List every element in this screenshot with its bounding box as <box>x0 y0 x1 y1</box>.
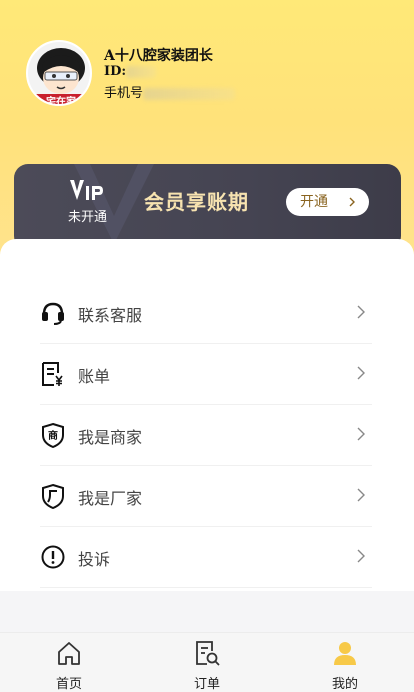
redacted-phone <box>143 87 236 100</box>
vip-status: 未开通 <box>68 210 108 225</box>
tab-label: 我的 <box>331 677 358 692</box>
vip-logo-icon <box>70 180 103 200</box>
user-icon <box>334 642 356 665</box>
profile-phone: 手机号 <box>104 82 236 101</box>
menu-item-factory[interactable]: 我是厂家 <box>40 466 372 527</box>
home-icon <box>58 642 80 665</box>
profile-name: A十八腔家装团长 <box>104 48 213 64</box>
profile-phone-label: 手机号 <box>104 86 144 101</box>
chevron-right-icon <box>357 427 365 441</box>
profile-id: ID: <box>104 64 157 79</box>
profile-id-label: ID: <box>104 64 127 79</box>
menu-label: 我是厂家 <box>78 489 143 508</box>
chevron-right-icon <box>357 305 365 319</box>
redacted-id <box>126 65 157 78</box>
chevron-right-icon <box>357 366 365 380</box>
vip-title: 会员享账期 <box>144 190 249 214</box>
vip-activate-button[interactable]: 开通 <box>286 188 369 216</box>
alert-circle-icon <box>41 545 65 569</box>
svg-text:商: 商 <box>48 429 58 442</box>
headset-icon <box>42 302 64 325</box>
tab-label: 订单 <box>193 677 220 692</box>
menu-label: 投诉 <box>78 550 111 569</box>
chevron-right-icon <box>349 197 355 207</box>
menu-label: 我是商家 <box>78 428 143 447</box>
menu-item-complaint[interactable]: 投诉 <box>40 527 372 588</box>
chevron-right-icon <box>357 549 365 563</box>
menu-label: 联系客服 <box>78 306 143 325</box>
menu-list: 联系客服 账单 商 我是商家 我是厂家 投诉 <box>40 283 372 588</box>
menu-item-bill[interactable]: 账单 <box>40 344 372 405</box>
bottom-tab-bar: 首页 订单 我的 <box>0 632 414 692</box>
menu-label: 账单 <box>78 367 111 386</box>
tab-label: 首页 <box>55 677 82 692</box>
chevron-right-icon <box>357 488 365 502</box>
tab-mine[interactable]: 我的 <box>305 633 385 692</box>
order-search-icon <box>196 641 220 666</box>
vip-activate-label: 开通 <box>300 194 328 210</box>
menu-item-customer-service[interactable]: 联系客服 <box>40 283 372 344</box>
menu-panel: 联系客服 账单 商 我是商家 我是厂家 投诉 <box>0 239 414 591</box>
menu-item-merchant[interactable]: 商 我是商家 <box>40 405 372 466</box>
merchant-shield-icon: 商 <box>42 422 64 448</box>
tab-home[interactable]: 首页 <box>29 633 109 692</box>
tab-orders[interactable]: 订单 <box>167 633 247 692</box>
factory-shield-icon <box>42 483 64 509</box>
avatar[interactable]: 宅在家 <box>26 40 92 106</box>
vip-card[interactable]: 未开通 会员享账期 开通 <box>14 164 401 250</box>
bill-icon <box>42 362 63 386</box>
